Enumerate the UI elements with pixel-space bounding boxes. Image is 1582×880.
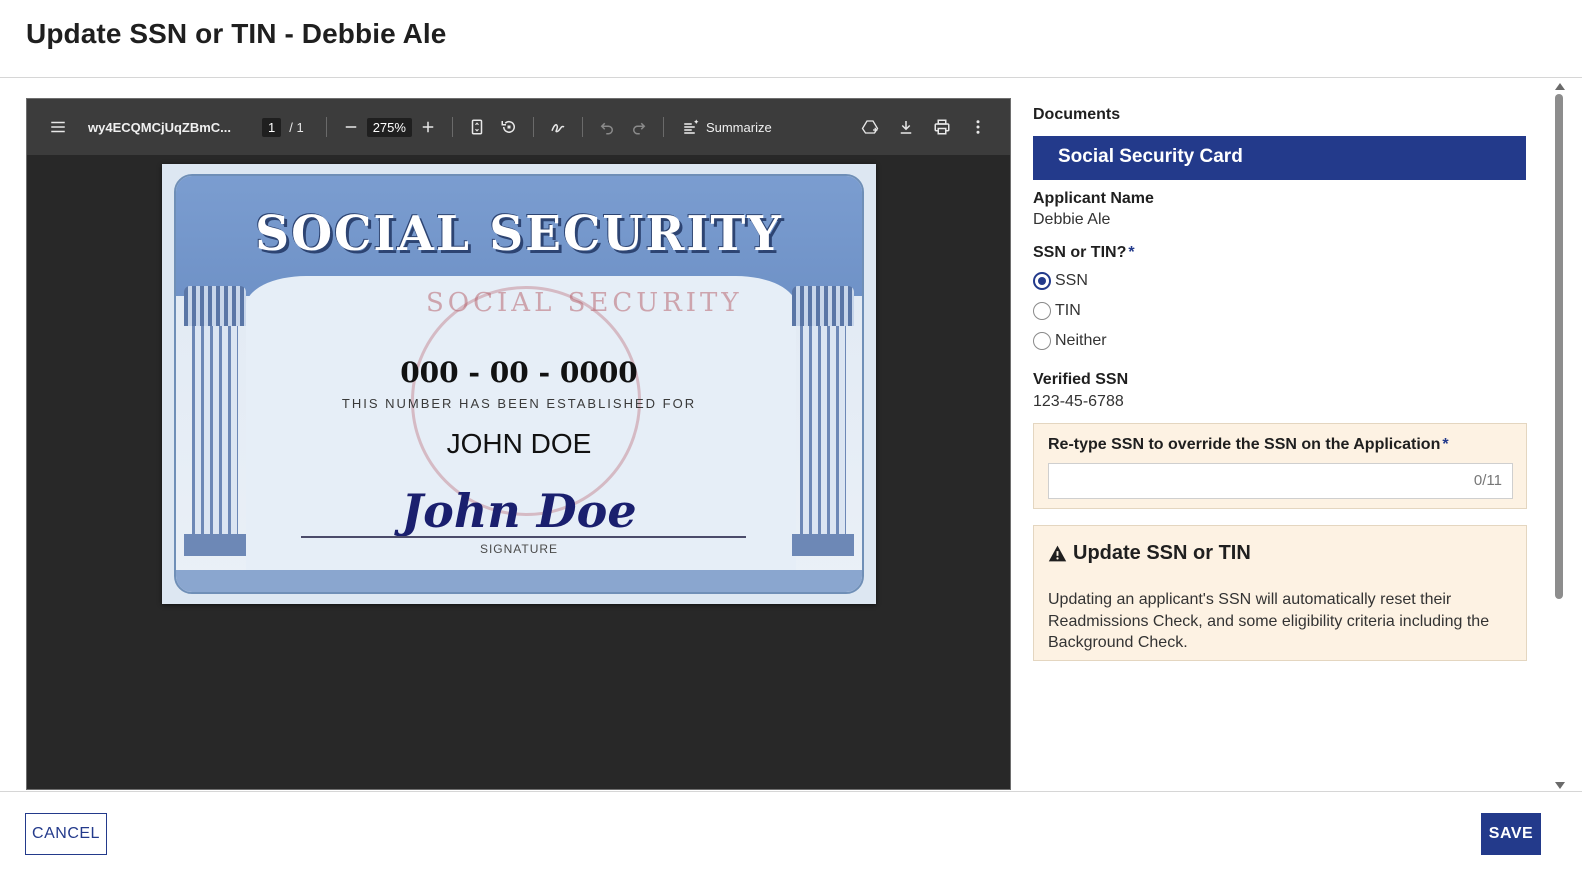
scrollbar-thumb[interactable] [1555, 94, 1563, 599]
dialog-footer: CANCEL SAVE [0, 791, 1582, 880]
warning-callout: Update SSN or TIN Updating an applicant'… [1033, 525, 1527, 661]
card-frame: SOCIAL SECURITY SOCIAL SECURITY 000 - 00… [174, 174, 864, 594]
verified-ssn-label: Verified SSN [1033, 371, 1129, 388]
summarize-icon [684, 119, 699, 134]
override-ssn-box: Re-type SSN to override the SSN on the A… [1033, 423, 1527, 509]
ssn-or-tin-label-text: SSN or TIN? [1033, 244, 1127, 261]
warning-heading: Update SSN or TIN [1048, 542, 1251, 565]
document-tab-social-security-card[interactable]: Social Security Card [1033, 136, 1526, 180]
documents-label: Documents [1033, 106, 1121, 123]
radio-button[interactable] [1033, 302, 1051, 320]
radio-label: SSN [1055, 272, 1088, 289]
radio-label: Neither [1055, 332, 1107, 349]
radio-tin[interactable]: TIN [1033, 302, 1081, 320]
applicant-name-value: Debbie Ale [1033, 211, 1111, 228]
more-icon[interactable] [962, 111, 994, 143]
ssn-or-tin-label: SSN or TIN? * [1033, 244, 1135, 262]
warning-text: Updating an applicant's SSN will automat… [1048, 591, 1490, 651]
scroll-down-arrow-icon[interactable] [1555, 782, 1565, 789]
radio-button-checked[interactable] [1033, 272, 1051, 290]
page-title: Update SSN or TIN - Debbie Ale [26, 18, 447, 49]
radio-button[interactable] [1033, 332, 1051, 350]
radio-ssn[interactable]: SSN [1033, 272, 1088, 290]
download-icon[interactable] [890, 111, 922, 143]
required-mark: * [1442, 436, 1449, 453]
toolbar-divider [532, 117, 534, 137]
fit-page-icon[interactable] [461, 111, 493, 143]
card-number: 000 - 00 - 0000 [400, 356, 638, 389]
undo-icon[interactable] [591, 111, 623, 143]
toolbar-divider [451, 117, 453, 137]
save-button[interactable]: SAVE [1481, 813, 1541, 855]
card-established-text: THIS NUMBER HAS BEEN ESTABLISHED FOR [341, 396, 697, 411]
override-ssn-label: Re-type SSN to override the SSN on the A… [1048, 436, 1449, 454]
panel-scrollbar[interactable] [1552, 80, 1566, 792]
menu-icon[interactable] [42, 111, 74, 143]
card-seal-text: SOCIAL SECURITY [426, 288, 743, 318]
page-number-input[interactable]: 1 [262, 117, 282, 137]
rotate-icon[interactable] [493, 111, 525, 143]
override-ssn-label-text: Re-type SSN to override the SSN on the A… [1048, 436, 1441, 453]
redo-icon[interactable] [623, 111, 655, 143]
draw-icon[interactable] [542, 111, 574, 143]
drive-icon[interactable] [854, 111, 886, 143]
radio-neither[interactable]: Neither [1033, 332, 1107, 350]
scroll-up-arrow-icon[interactable] [1555, 83, 1565, 90]
override-ssn-input[interactable] [1048, 463, 1513, 499]
plus-icon[interactable] [412, 111, 444, 143]
page-total: / 1 [289, 119, 304, 135]
signature-line [301, 536, 746, 538]
signature-label: SIGNATURE [479, 542, 559, 556]
applicant-name-label: Applicant Name [1033, 190, 1154, 207]
social-security-card-image: SOCIAL SECURITY SOCIAL SECURITY 000 - 00… [162, 164, 876, 604]
pdf-toolbar: wy4ECQMCjUqZBmC... 1 / 1 275% Summarize [27, 99, 1010, 155]
summarize-label: Summarize [705, 119, 772, 135]
pdf-filename: wy4ECQMCjUqZBmC... [88, 119, 232, 135]
toolbar-divider [581, 117, 583, 137]
summarize-button[interactable]: Summarize [672, 118, 782, 136]
card-title: SOCIAL SECURITY [255, 206, 783, 262]
card-signature: John Doe [401, 484, 637, 538]
card-holder-name: JOHN DOE [446, 428, 592, 459]
pdf-viewer[interactable]: wy4ECQMCjUqZBmC... 1 / 1 275% Summarize … [26, 98, 1011, 790]
dialog-header: Update SSN or TIN - Debbie Ale [0, 0, 1582, 78]
zoom-input[interactable]: 275% [366, 117, 412, 137]
toolbar-divider [325, 117, 327, 137]
card-footer-band [176, 570, 862, 592]
character-counter: 0/11 [1473, 472, 1502, 489]
toolbar-divider [662, 117, 664, 137]
cancel-button[interactable]: CANCEL [25, 813, 107, 855]
print-icon[interactable] [926, 111, 958, 143]
warning-title: Update SSN or TIN [1073, 542, 1251, 564]
warning-icon [1048, 545, 1067, 562]
radio-label: TIN [1055, 302, 1081, 319]
required-mark: * [1128, 244, 1135, 261]
verified-ssn-value: 123-45-6788 [1033, 393, 1124, 410]
minus-icon[interactable] [335, 111, 367, 143]
